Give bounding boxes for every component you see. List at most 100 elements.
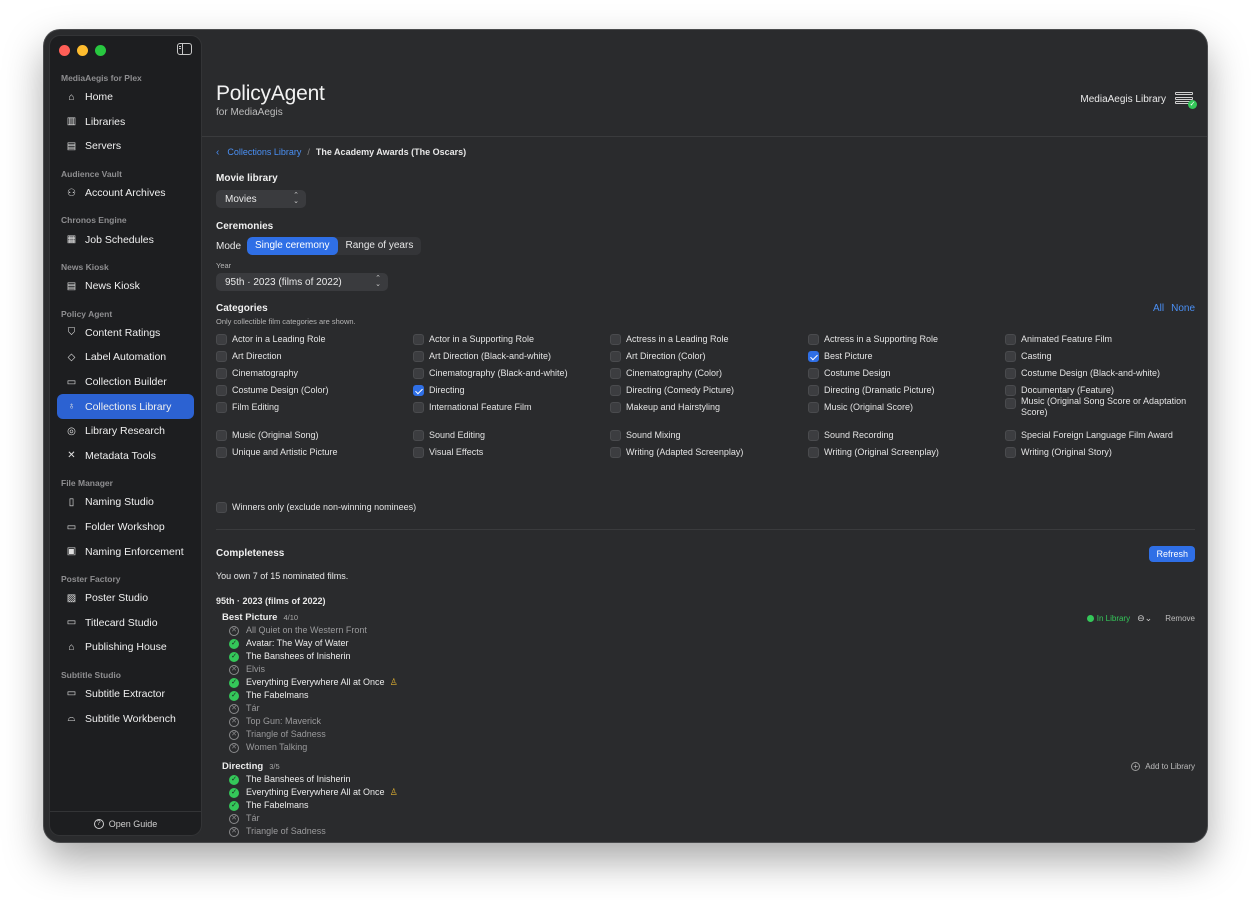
more-options-icon[interactable]: ⊖⌄	[1137, 613, 1152, 624]
sidebar-item-label-automation[interactable]: ◇ Label Automation	[57, 345, 194, 370]
category-checkbox-actress-in-a-leading-role[interactable]: Actress in a Leading Role	[610, 334, 729, 345]
content: ‹ Collections Library / The Academy Awar…	[216, 146, 1195, 837]
category-checkbox-music-original-song[interactable]: Music (Original Song)	[216, 430, 319, 441]
film-row: ✕ Tár	[229, 703, 260, 714]
wrench-icon: ✕	[67, 450, 76, 462]
category-checkbox-sound-editing[interactable]: Sound Editing	[413, 430, 485, 441]
sidebar-item-account-archives[interactable]: ⚇ Account Archives	[57, 181, 194, 206]
film-title: The Fabelmans	[246, 800, 309, 810]
winners-only-checkbox[interactable]: Winners only (exclude non-winning nomine…	[216, 502, 416, 513]
mode-range-of-years[interactable]: Range of years	[338, 237, 422, 255]
category-checkbox-casting[interactable]: Casting	[1005, 351, 1052, 362]
remove-button[interactable]: Remove	[1165, 614, 1195, 623]
category-checkbox-actress-in-a-supporting-role[interactable]: Actress in a Supporting Role	[808, 334, 938, 345]
category-checkbox-sound-mixing[interactable]: Sound Mixing	[610, 430, 681, 441]
category-checkbox-costume-design-color[interactable]: Costume Design (Color)	[216, 385, 329, 396]
sidebar-item-label: Folder Workshop	[85, 521, 165, 534]
sidebar-item-naming-studio[interactable]: ▯ Naming Studio	[57, 490, 194, 515]
sidebar-item-subtitle-workbench[interactable]: ⌓ Subtitle Workbench	[57, 706, 194, 731]
category-label: Costume Design (Black-and-white)	[1021, 368, 1161, 378]
sidebar-item-content-ratings[interactable]: ⛉ Content Ratings	[57, 321, 194, 346]
category-checkbox-cinematography[interactable]: Cinematography	[216, 368, 298, 379]
category-checkbox-makeup-and-hairstyling[interactable]: Makeup and Hairstyling	[610, 402, 720, 413]
sidebar-item-publishing-house[interactable]: ⌂ Publishing House	[57, 635, 194, 660]
year-label: Year	[216, 261, 232, 270]
checkbox-unchecked	[1005, 430, 1016, 441]
display-icon: ▭	[66, 617, 77, 629]
category-checkbox-costume-design-black-and-white[interactable]: Costume Design (Black-and-white)	[1005, 368, 1160, 379]
category-checkbox-sound-recording[interactable]: Sound Recording	[808, 430, 894, 441]
category-checkbox-documentary-feature[interactable]: Documentary (Feature)	[1005, 385, 1114, 396]
category-checkbox-cinematography-black-and-white[interactable]: Cinematography (Black-and-white)	[413, 368, 568, 379]
sidebar-item-news-kiosk[interactable]: ▤ News Kiosk	[57, 274, 194, 299]
sidebar-item-label: Collection Builder	[85, 376, 167, 389]
category-checkbox-writing-original-screenplay[interactable]: Writing (Original Screenplay)	[808, 447, 939, 458]
sidebar-item-poster-studio[interactable]: ▨ Poster Studio	[57, 586, 194, 611]
award-category-name: Best Picture	[222, 612, 278, 623]
zoom-window-button[interactable]	[95, 45, 106, 56]
category-checkbox-art-direction[interactable]: Art Direction	[216, 351, 282, 362]
sidebar-item-metadata-tools[interactable]: ✕ Metadata Tools	[57, 444, 194, 469]
mode-single-ceremony[interactable]: Single ceremony	[247, 237, 338, 255]
film-title: Women Talking	[246, 742, 308, 752]
sidebar-item-folder-workshop[interactable]: ▭ Folder Workshop	[57, 515, 194, 540]
category-checkbox-international-feature-film[interactable]: International Feature Film	[413, 402, 532, 413]
categories-label: Categories	[216, 303, 268, 314]
breadcrumb: ‹ Collections Library / The Academy Awar…	[216, 146, 1195, 158]
category-checkbox-actor-in-a-supporting-role[interactable]: Actor in a Supporting Role	[413, 334, 534, 345]
category-checkbox-art-direction-black-and-white[interactable]: Art Direction (Black-and-white)	[413, 351, 551, 362]
category-checkbox-writing-adapted-screenplay[interactable]: Writing (Adapted Screenplay)	[610, 447, 743, 458]
open-guide-button[interactable]: ? Open Guide	[50, 811, 201, 835]
category-checkbox-actor-in-a-leading-role[interactable]: Actor in a Leading Role	[216, 334, 326, 345]
missing-x-icon: ✕	[229, 664, 239, 675]
movie-library-select[interactable]: Movies ⌃ ⌄	[216, 190, 306, 208]
category-checkbox-writing-original-story[interactable]: Writing (Original Story)	[1005, 447, 1112, 458]
library-connected-icon: ✓	[1175, 92, 1197, 109]
category-checkbox-best-picture[interactable]: Best Picture	[808, 351, 873, 362]
sidebar-item-subtitle-extractor[interactable]: ▭ Subtitle Extractor	[57, 682, 194, 707]
chevron-updown-icon: ⌃ ⌄	[375, 275, 381, 288]
close-window-button[interactable]	[59, 45, 70, 56]
category-checkbox-directing[interactable]: Directing	[413, 385, 465, 396]
in-library-label: In Library	[1096, 614, 1131, 623]
sidebar-item-library-research[interactable]: ◎ Library Research	[57, 419, 194, 444]
category-checkbox-animated-feature-film[interactable]: Animated Feature Film	[1005, 334, 1112, 345]
owned-check-icon: ✓	[229, 800, 239, 811]
sidebar-item-collection-builder[interactable]: ▭ Collection Builder	[57, 370, 194, 395]
category-checkbox-visual-effects[interactable]: Visual Effects	[413, 447, 483, 458]
category-checkbox-costume-design[interactable]: Costume Design	[808, 368, 891, 379]
chevron-left-icon[interactable]: ‹	[216, 147, 219, 158]
category-checkbox-special-foreign-language-film-award[interactable]: Special Foreign Language Film Award	[1005, 430, 1173, 441]
category-checkbox-music-original-score[interactable]: Music (Original Score)	[808, 402, 913, 413]
film-title: All Quiet on the Western Front	[246, 625, 367, 635]
category-checkbox-film-editing[interactable]: Film Editing	[216, 402, 279, 413]
refresh-button[interactable]: Refresh	[1149, 546, 1195, 562]
sidebar-item-collections-library[interactable]: ♁ Collections Library	[57, 394, 194, 419]
sidebar-item-home[interactable]: ⌂ Home	[57, 85, 194, 110]
sidebar-toggle-icon[interactable]	[177, 43, 192, 55]
minimize-window-button[interactable]	[77, 45, 88, 56]
sidebar-item-naming-enforcement[interactable]: ▣ Naming Enforcement	[57, 539, 194, 564]
category-checkbox-directing-dramatic-picture[interactable]: Directing (Dramatic Picture)	[808, 385, 935, 396]
category-checkbox-directing-comedy-picture[interactable]: Directing (Comedy Picture)	[610, 385, 734, 396]
checkbox-box	[216, 502, 227, 513]
category-label: Actor in a Leading Role	[232, 334, 326, 344]
library-status-badge[interactable]: MediaAegis Library ✓	[1080, 92, 1197, 109]
sidebar-item-titlecard-studio[interactable]: ▭ Titlecard Studio	[57, 611, 194, 636]
sidebar-item-libraries[interactable]: ▥ Libraries	[57, 110, 194, 135]
breadcrumb-parent-link[interactable]: Collections Library	[227, 147, 301, 157]
magnifier-icon: ◎	[67, 425, 76, 437]
category-checkbox-art-direction-color[interactable]: Art Direction (Color)	[610, 351, 706, 362]
select-all-link[interactable]: All	[1153, 303, 1164, 314]
category-checkbox-unique-and-artistic-picture[interactable]: Unique and Artistic Picture	[216, 447, 338, 458]
sidebar-item-job-schedules[interactable]: ▦ Job Schedules	[57, 227, 194, 252]
checkbox-unchecked	[610, 334, 621, 345]
category-checkbox-music-original-song-score-or-adaptation-score[interactable]: Music (Original Song Score or Adaptation…	[1005, 396, 1190, 418]
sidebar-item-servers[interactable]: ▤ Servers	[57, 134, 194, 159]
select-none-link[interactable]: None	[1171, 303, 1195, 314]
film-title: Tár	[246, 813, 260, 823]
add-to-library-button[interactable]: + Add to Library	[1131, 762, 1195, 771]
category-checkbox-cinematography-color[interactable]: Cinematography (Color)	[610, 368, 722, 379]
year-select[interactable]: 95th · 2023 (films of 2022) ⌃ ⌄	[216, 273, 388, 291]
mode-segmented-control: Single ceremony Range of years	[247, 237, 422, 255]
